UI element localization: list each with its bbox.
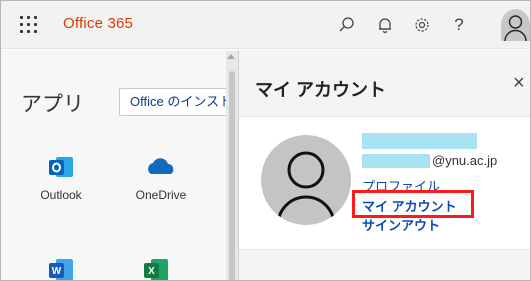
app-launcher-icon[interactable] [20, 16, 38, 34]
profile-avatar-icon [261, 135, 351, 225]
apps-panel: アプリ Office のインストール Outlook OneDrive W [1, 50, 241, 280]
app-label-outlook: Outlook [40, 188, 82, 202]
gear-icon[interactable] [410, 13, 434, 37]
bell-icon[interactable] [373, 13, 397, 37]
svg-text:X: X [148, 266, 155, 277]
account-card: @ynu.ac.jp プロファイル マイ アカウント サインアウト [239, 116, 530, 250]
excel-icon: X [144, 259, 168, 280]
redacted-display-name [362, 133, 477, 149]
top-bar: Office 365 ? [1, 1, 530, 49]
email-domain: @ynu.ac.jp [432, 153, 498, 168]
app-tile-outlook[interactable]: Outlook [16, 154, 106, 202]
search-icon[interactable] [335, 13, 359, 37]
highlight-annotation-box [352, 190, 474, 218]
word-icon: W [49, 259, 73, 280]
app-tile-word[interactable]: W [16, 256, 106, 280]
office-portal-window: Office 365 ? アプリ Office のインストール Outlook [0, 0, 531, 281]
apps-heading: アプリ [21, 93, 84, 116]
svg-text:W: W [52, 266, 62, 277]
account-flyout: マイ アカウント × @ynu.ac.jp プロファイル マイ アカウント サイ… [238, 50, 530, 280]
help-icon[interactable]: ? [447, 13, 471, 37]
install-office-button[interactable]: Office のインストール [119, 88, 241, 116]
redacted-email-local [362, 154, 430, 168]
close-icon[interactable]: × [513, 72, 525, 95]
app-tile-onedrive[interactable]: OneDrive [116, 154, 206, 202]
user-avatar-icon[interactable] [501, 9, 530, 42]
scroll-up-arrow-icon[interactable] [227, 54, 235, 59]
flyout-title: マイ アカウント [255, 80, 387, 100]
scroll-thumb[interactable] [229, 71, 235, 280]
onedrive-icon [148, 158, 174, 174]
outlook-icon [49, 157, 73, 177]
app-label-onedrive: OneDrive [135, 188, 187, 202]
app-name[interactable]: Office 365 [63, 15, 133, 32]
app-tile-excel[interactable]: X [111, 256, 201, 280]
